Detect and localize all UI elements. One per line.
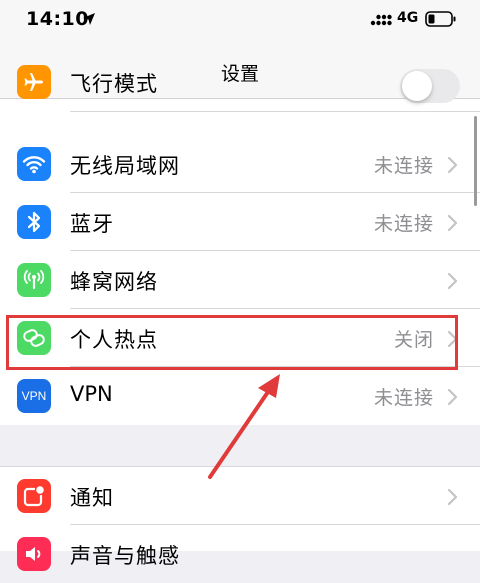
chevron-right-icon (447, 488, 458, 506)
chevron-right-icon (447, 388, 458, 406)
toggle-knob (402, 71, 432, 101)
airplane-icon (17, 65, 51, 99)
cellular-antenna-icon (17, 263, 51, 297)
settings-row-value: 未连接 (373, 387, 434, 409)
settings-row-sounds[interactable]: 声音与触感 (0, 525, 480, 583)
status-bar: 14:10 4G (0, 0, 480, 40)
scroll-indicator[interactable] (474, 116, 477, 206)
settings-row-value: 未连接 (373, 213, 434, 235)
notifications-icon (17, 479, 51, 513)
settings-row-label: 飞行模式 (70, 72, 158, 96)
sounds-icon (17, 537, 51, 571)
settings-row-label: 通知 (70, 486, 114, 510)
location-arrow-icon (83, 13, 95, 25)
settings-row-label: 声音与触感 (70, 544, 180, 568)
status-time: 14:10 (26, 8, 89, 30)
chevron-right-icon (447, 156, 458, 174)
airplane-mode-toggle[interactable] (400, 69, 460, 103)
battery-icon (425, 11, 456, 27)
annotation-highlight-box (6, 315, 458, 370)
bluetooth-icon (17, 205, 51, 239)
settings-row-label: 蓝牙 (70, 212, 114, 236)
settings-row-airplane-mode[interactable]: 飞行模式 (0, 65, 480, 112)
settings-row-value: 未连接 (373, 155, 434, 177)
row-divider (70, 111, 480, 112)
settings-row-label: VPN (70, 382, 113, 406)
chevron-right-icon (447, 272, 458, 290)
settings-row-wifi[interactable]: 无线局域网 未连接 (0, 135, 480, 193)
annotation-arrow-icon (208, 374, 280, 479)
settings-row-bluetooth[interactable]: 蓝牙 未连接 (0, 193, 480, 251)
wifi-icon (17, 147, 51, 181)
vpn-icon-text: VPN (21, 389, 47, 403)
signal-strength-icon (370, 14, 392, 26)
settings-row-label: 蜂窝网络 (70, 270, 158, 294)
network-type: 4G (397, 10, 419, 26)
settings-row-label: 无线局域网 (70, 154, 180, 178)
chevron-right-icon (447, 214, 458, 232)
settings-row-cellular[interactable]: 蜂窝网络 (0, 251, 480, 309)
vpn-icon: VPN (17, 379, 51, 413)
